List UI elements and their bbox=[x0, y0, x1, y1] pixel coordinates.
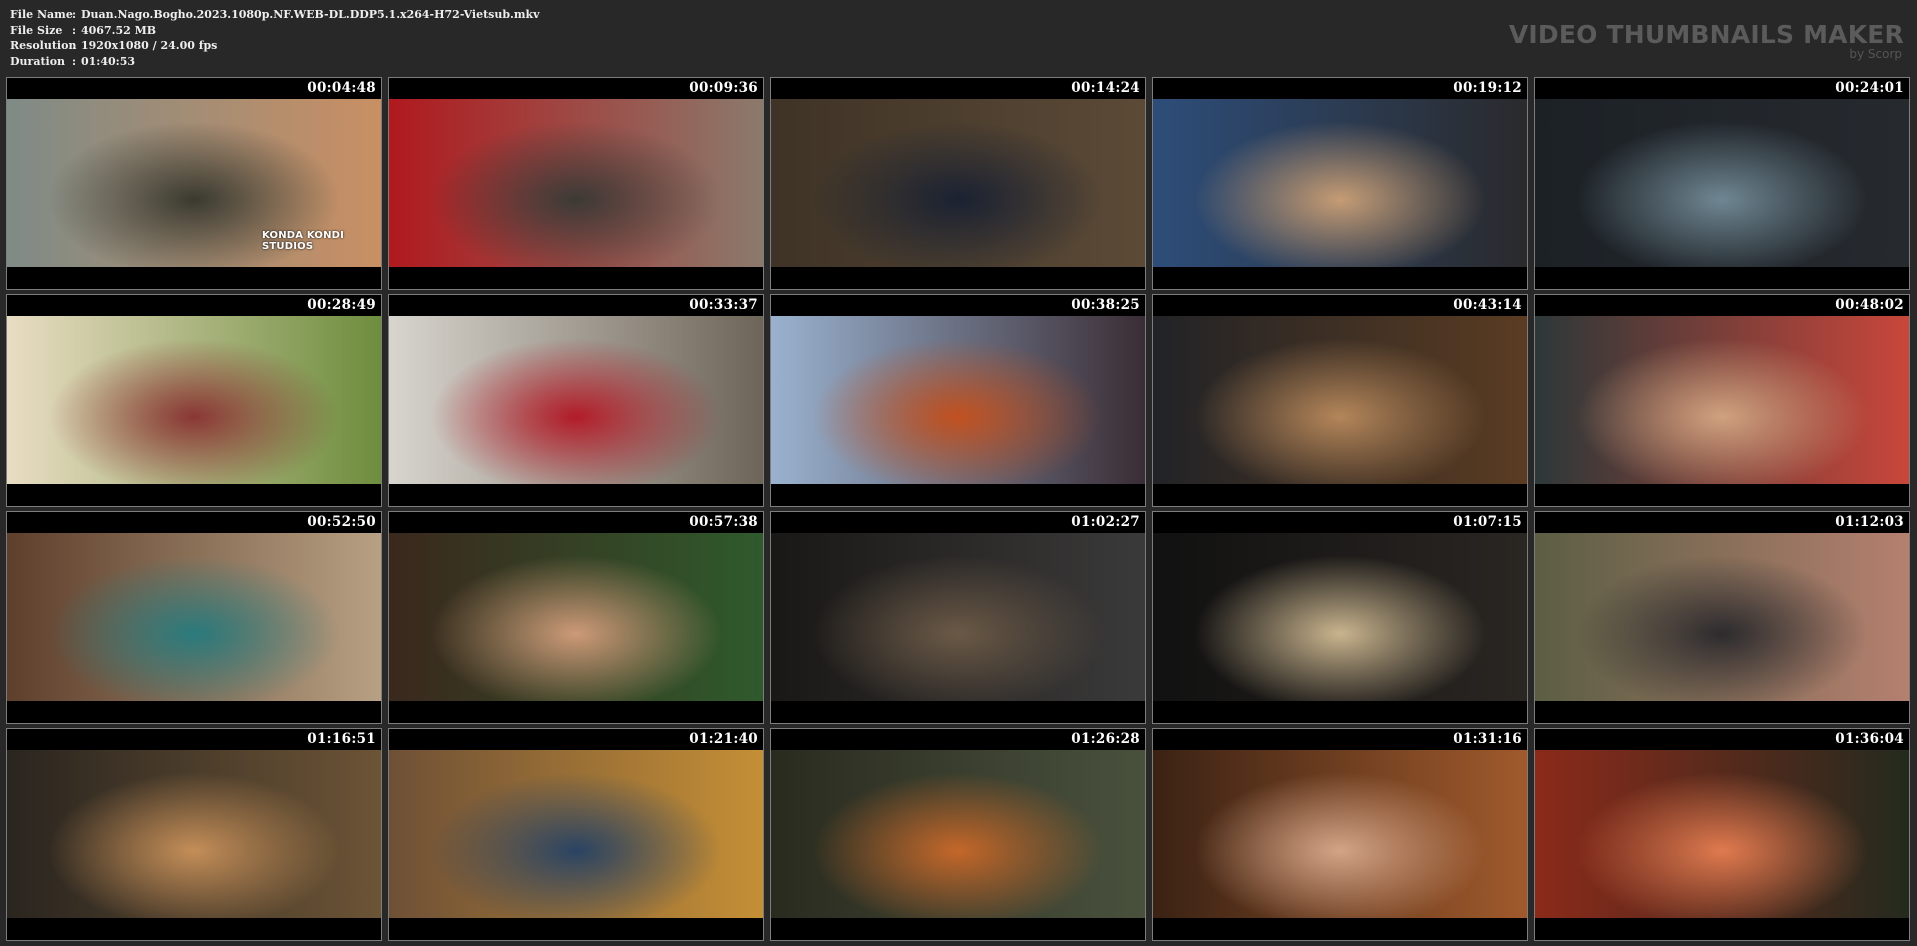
thumbnail-timestamp: 00:38:25 bbox=[1071, 297, 1140, 313]
duration-value: 01:40:53 bbox=[81, 54, 136, 68]
thumbnail-timestamp: 00:48:02 bbox=[1835, 297, 1904, 313]
thumbnail-tile[interactable]: 01:12:03 bbox=[1534, 511, 1910, 724]
thumbnail-frame bbox=[389, 750, 763, 918]
thumbnail-timestamp: 01:12:03 bbox=[1835, 514, 1904, 530]
thumbnail-tile[interactable]: 01:36:04 bbox=[1534, 728, 1910, 941]
thumbnail-timestamp: 01:02:27 bbox=[1071, 514, 1140, 530]
thumbnail-grid: KONDA KONDI STUDIOS 00:04:48 00:09:36 00… bbox=[6, 77, 1911, 941]
thumbnail-tile[interactable]: 00:14:24 bbox=[770, 77, 1146, 290]
thumbnail-tile[interactable]: 00:09:36 bbox=[388, 77, 764, 290]
thumbnail-timestamp: 00:14:24 bbox=[1071, 80, 1140, 96]
duration-separator: : bbox=[72, 54, 77, 68]
file-name-row: File Name : Duan.Nago.Bogho.2023.1080p.N… bbox=[10, 7, 540, 23]
file-size-row: File Size : 4067.52 MB bbox=[10, 23, 540, 39]
file-name-value: Duan.Nago.Bogho.2023.1080p.NF.WEB-DL.DDP… bbox=[81, 8, 540, 21]
resolution-label: Resolution bbox=[10, 39, 77, 52]
thumbnail-timestamp: 01:16:51 bbox=[307, 731, 376, 747]
thumbnail-timestamp: 00:04:48 bbox=[307, 80, 376, 96]
thumbnail-frame bbox=[1153, 316, 1527, 484]
thumbnail-timestamp: 00:24:01 bbox=[1835, 80, 1904, 96]
thumbnail-timestamp: 00:33:37 bbox=[689, 297, 758, 313]
thumbnail-tile[interactable]: 00:28:49 bbox=[6, 294, 382, 507]
thumbnail-timestamp: 01:36:04 bbox=[1835, 731, 1904, 747]
thumbnail-tile[interactable]: 00:57:38 bbox=[388, 511, 764, 724]
duration-row: Duration : 01:40:53 bbox=[10, 54, 540, 70]
watermark-title: VIDEO THUMBNAILS MAKER bbox=[1508, 20, 1904, 49]
thumbnail-tile[interactable]: 00:33:37 bbox=[388, 294, 764, 507]
thumbnail-timestamp: 01:21:40 bbox=[689, 731, 758, 747]
thumbnail-frame bbox=[1153, 750, 1527, 918]
thumbnail-timestamp: 01:31:16 bbox=[1453, 731, 1522, 747]
thumbnail-frame bbox=[771, 533, 1145, 701]
duration-label: Duration bbox=[10, 54, 66, 68]
resolution-value: 1920x1080 / 24.00 fps bbox=[81, 39, 218, 52]
thumbnail-frame bbox=[389, 316, 763, 484]
file-name-label: File Name bbox=[10, 8, 73, 21]
thumbnail-frame bbox=[7, 750, 381, 918]
thumbnail-tile[interactable]: 00:43:14 bbox=[1152, 294, 1528, 507]
file-name-separator: : bbox=[72, 8, 77, 21]
thumbnail-timestamp: 00:57:38 bbox=[689, 514, 758, 530]
thumbnail-timestamp: 00:28:49 bbox=[307, 297, 376, 313]
thumbnail-tile[interactable]: 00:52:50 bbox=[6, 511, 382, 724]
thumbnail-timestamp: 01:07:15 bbox=[1453, 514, 1522, 530]
thumbnail-frame bbox=[1535, 99, 1909, 267]
thumbnail-tile[interactable]: 00:24:01 bbox=[1534, 77, 1910, 290]
file-size-value: 4067.52 MB bbox=[81, 23, 157, 37]
thumbnail-timestamp: 01:26:28 bbox=[1071, 731, 1140, 747]
thumbnail-timestamp: 00:52:50 bbox=[307, 514, 376, 530]
thumbnail-frame bbox=[7, 316, 381, 484]
thumbnail-frame bbox=[389, 533, 763, 701]
thumbnail-frame bbox=[1535, 533, 1909, 701]
watermark: VIDEO THUMBNAILS MAKER by Scorp bbox=[1508, 20, 1904, 61]
resolution-separator: : bbox=[72, 39, 77, 52]
thumbnail-tile[interactable]: KONDA KONDI STUDIOS 00:04:48 bbox=[6, 77, 382, 290]
thumbnail-tile[interactable]: 00:19:12 bbox=[1152, 77, 1528, 290]
thumbnail-tile[interactable]: 00:48:02 bbox=[1534, 294, 1910, 507]
thumbnail-tile[interactable]: 01:07:15 bbox=[1152, 511, 1528, 724]
thumbnail-tile[interactable]: 01:26:28 bbox=[770, 728, 1146, 941]
thumbnail-timestamp: 00:09:36 bbox=[689, 80, 758, 96]
thumbnail-frame bbox=[1535, 750, 1909, 918]
thumbnail-frame bbox=[771, 99, 1145, 267]
thumbnail-timestamp: 00:43:14 bbox=[1453, 297, 1522, 313]
thumbnail-frame bbox=[771, 316, 1145, 484]
thumbnail-frame bbox=[389, 99, 763, 267]
thumbnail-frame bbox=[1153, 99, 1527, 267]
thumbnail-timestamp: 00:19:12 bbox=[1453, 80, 1522, 96]
thumbnail-frame bbox=[7, 533, 381, 701]
resolution-row: Resolution : 1920x1080 / 24.00 fps bbox=[10, 38, 540, 54]
thumbnail-frame bbox=[1153, 533, 1527, 701]
file-size-label: File Size bbox=[10, 23, 63, 37]
file-info-panel: File Name : Duan.Nago.Bogho.2023.1080p.N… bbox=[10, 7, 540, 69]
thumbnail-tile[interactable]: 01:02:27 bbox=[770, 511, 1146, 724]
thumbnail-frame bbox=[771, 750, 1145, 918]
thumbnail-frame bbox=[1535, 316, 1909, 484]
thumbnail-tile[interactable]: 01:31:16 bbox=[1152, 728, 1528, 941]
thumbnail-tile[interactable]: 00:38:25 bbox=[770, 294, 1146, 507]
thumbnail-tile[interactable]: 01:21:40 bbox=[388, 728, 764, 941]
frame-credit: KONDA KONDI STUDIOS bbox=[262, 230, 345, 252]
file-size-separator: : bbox=[72, 23, 77, 37]
watermark-subtitle: by Scorp bbox=[1849, 47, 1902, 61]
thumbnail-tile[interactable]: 01:16:51 bbox=[6, 728, 382, 941]
